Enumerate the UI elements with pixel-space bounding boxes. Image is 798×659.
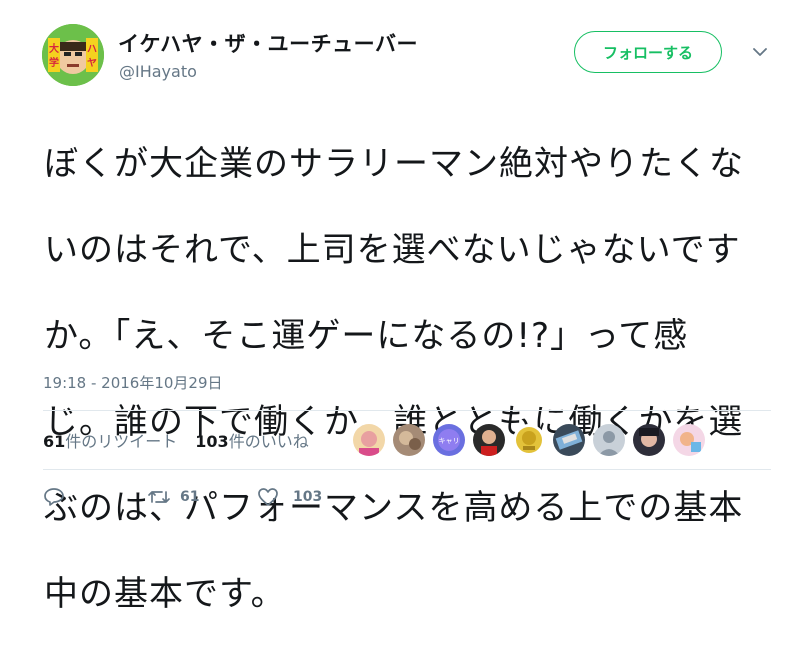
display-name[interactable]: イケハヤ・ザ・ユーチューバー — [118, 28, 418, 58]
liker-avatar[interactable] — [633, 424, 665, 456]
tweet-timestamp[interactable]: 19:18 - 2016年10月29日 — [43, 372, 223, 393]
likes-stat-label: 件のいいね — [228, 432, 309, 451]
reply-icon — [43, 486, 65, 508]
retweets-stat-label: 件のリツイート — [65, 432, 178, 451]
liker-avatar[interactable] — [473, 424, 505, 456]
retweet-button[interactable]: 61 — [147, 486, 257, 508]
caret-down-icon[interactable] — [752, 44, 768, 60]
heart-icon — [257, 486, 279, 508]
reply-button[interactable] — [43, 486, 147, 508]
like-button[interactable]: 103 — [257, 486, 322, 508]
divider — [43, 469, 771, 470]
liker-avatar[interactable]: キャリ — [433, 424, 465, 456]
user-handle[interactable]: @IHayato — [119, 62, 197, 81]
svg-text:ハ: ハ — [87, 44, 97, 55]
liker-avatar[interactable] — [393, 424, 425, 456]
tweet-text-line: いのはそれで、上司を選べないじゃないです — [44, 230, 741, 270]
svg-text:学: 学 — [49, 56, 59, 69]
like-count: 103 — [293, 489, 323, 505]
liker-avatar[interactable] — [353, 424, 385, 456]
retweet-icon — [147, 486, 171, 508]
retweets-stat[interactable]: 61件のリツイート — [43, 428, 177, 452]
retweet-count: 61 — [180, 489, 200, 505]
svg-text:ヤ: ヤ — [87, 57, 97, 69]
tweet-stats: 61件のリツイート 103件のいいね — [43, 428, 309, 452]
likes-stat-count: 103 — [195, 432, 229, 451]
svg-text:キャリ: キャリ — [439, 437, 460, 445]
tweet-text-line: か。「え、そこ運ゲーになるの!?」って感 — [44, 316, 689, 356]
follow-button[interactable]: フォローする — [574, 31, 722, 73]
liker-avatars: キャリ — [353, 424, 705, 456]
tweet-actions: 61 103 — [43, 486, 322, 508]
svg-text:大: 大 — [49, 42, 59, 55]
liker-avatar[interactable] — [593, 424, 625, 456]
tweet-text-line: 中の基本です。 — [44, 574, 286, 614]
tweet-text-line: ぼくが大企業のサラリーマン絶対やりたくな — [44, 144, 744, 184]
liker-avatar[interactable] — [553, 424, 585, 456]
divider — [43, 410, 771, 411]
profile-avatar[interactable]: 大 ハ 学 ヤ — [42, 24, 104, 86]
liker-avatar[interactable] — [513, 424, 545, 456]
likes-stat[interactable]: 103件のいいね — [195, 428, 308, 452]
retweets-stat-count: 61 — [43, 432, 66, 451]
liker-avatar[interactable] — [673, 424, 705, 456]
